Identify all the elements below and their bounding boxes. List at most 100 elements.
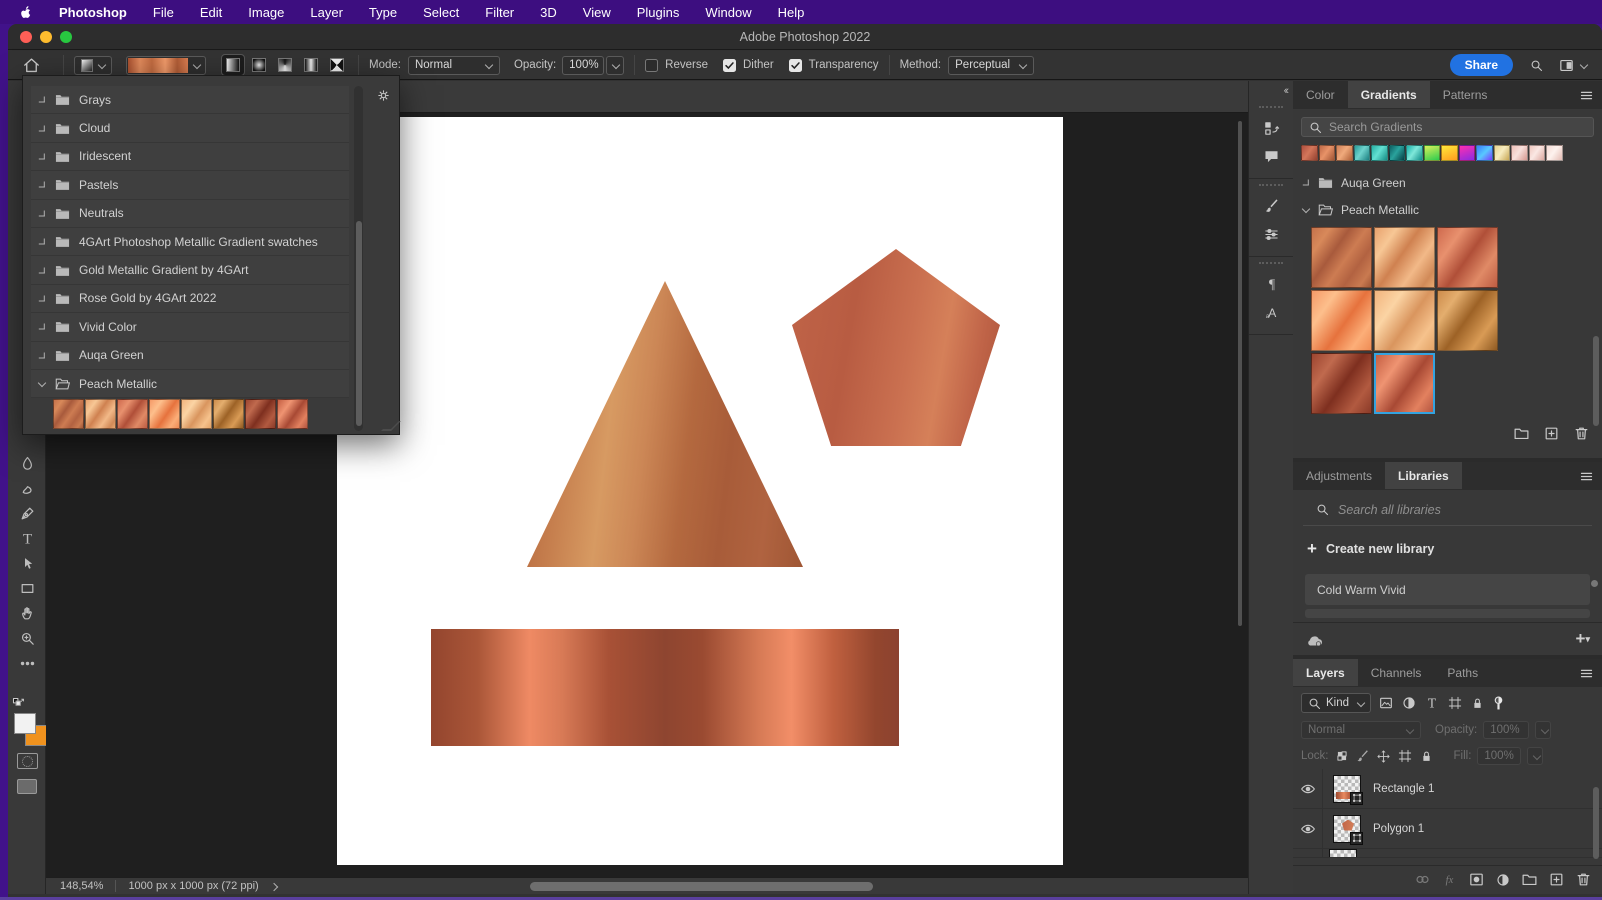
layer-filter-kind-dropdown[interactable]: Kind: [1301, 693, 1371, 713]
picker-gradient-swatch-1[interactable]: [53, 399, 84, 429]
lock-transparent-icon[interactable]: [1335, 749, 1349, 763]
peach-gradient-tile-3[interactable]: [1437, 227, 1498, 288]
pen-tool[interactable]: [8, 501, 46, 526]
fill-field[interactable]: 100%: [1477, 747, 1522, 765]
peach-gradient-tile-4[interactable]: [1311, 290, 1372, 351]
picker-gradient-swatch-4[interactable]: [149, 399, 180, 429]
mode-dropdown[interactable]: Normal: [407, 55, 500, 75]
picker-folder-4gart-photoshop-metallic-gradient-swatches[interactable]: 4GArt Photoshop Metallic Gradient swatch…: [31, 227, 349, 257]
libraries-tab-libraries[interactable]: Libraries: [1385, 462, 1462, 489]
blur-tool[interactable]: [8, 451, 46, 476]
dock-brush-settings-icon[interactable]: [1249, 192, 1294, 220]
gradient-swatch-12[interactable]: [1493, 145, 1510, 161]
picker-folder-rose-gold-by-4gart-2022[interactable]: Rose Gold by 4GArt 2022: [31, 284, 349, 314]
blend-mode-dropdown[interactable]: Normal: [1301, 721, 1421, 739]
rectangle-tool[interactable]: [8, 576, 46, 601]
lock-artboard-icon[interactable]: [1397, 748, 1413, 764]
linear-gradient-button[interactable]: [221, 54, 245, 76]
picker-gradient-swatch-5[interactable]: [181, 399, 212, 429]
filter-adjustment-layers-icon[interactable]: [1401, 695, 1417, 711]
picker-settings-icon[interactable]: [376, 88, 391, 103]
layer-row[interactable]: Polygon 1: [1293, 809, 1602, 849]
layers-scrollbar[interactable]: [1593, 787, 1599, 859]
document-info[interactable]: 1000 px x 1000 px (72 ppi): [128, 880, 258, 892]
picker-folder-grays[interactable]: Grays: [31, 86, 349, 115]
link-layers-button[interactable]: [1414, 871, 1431, 888]
smudge-tool[interactable]: [8, 476, 46, 501]
gradient-swatch-7[interactable]: [1406, 145, 1423, 161]
gradient-swatch-9[interactable]: [1441, 145, 1458, 161]
libraries-scrollbar[interactable]: [1591, 580, 1598, 587]
dither-checkbox[interactable]: [722, 58, 736, 72]
foreground-color-chip[interactable]: [14, 713, 36, 734]
layers-tab-channels[interactable]: Channels: [1358, 659, 1435, 686]
search-icon[interactable]: [1529, 58, 1544, 73]
type-tool[interactable]: T: [8, 526, 46, 551]
gradient-swatch-11[interactable]: [1476, 145, 1493, 161]
new-gradient-button[interactable]: [1543, 425, 1560, 442]
gradient-preview-picker[interactable]: [126, 55, 206, 75]
zoom-level[interactable]: 148,54%: [60, 880, 103, 892]
libraries-tab-adjustments[interactable]: Adjustments: [1293, 462, 1385, 489]
gradient-swatch-5[interactable]: [1371, 145, 1388, 161]
peach-gradient-tile-7[interactable]: [1311, 353, 1372, 414]
picker-gradient-swatch-6[interactable]: [213, 399, 244, 429]
filter-type-layers-icon[interactable]: T: [1424, 695, 1440, 711]
filter-toggle-icon[interactable]: [1492, 695, 1505, 712]
peach-gradient-tile-2[interactable]: [1374, 227, 1435, 288]
home-screen-button[interactable]: [22, 56, 41, 75]
gradient-swatch-3[interactable]: [1336, 145, 1353, 161]
workspace-switcher-icon[interactable]: [1558, 57, 1575, 74]
artboard[interactable]: [337, 117, 1063, 865]
lock-pixels-icon[interactable]: [1355, 749, 1370, 764]
gradients-scrollbar[interactable]: [1593, 336, 1599, 426]
gradient-swatch-4[interactable]: [1353, 145, 1370, 161]
workspace-chevron-icon[interactable]: [1581, 62, 1588, 69]
opacity-field[interactable]: 100%: [562, 55, 605, 75]
close-window-button[interactable]: [20, 31, 32, 43]
canvas-horizontal-scrollbar[interactable]: [530, 881, 873, 891]
library-item-partial[interactable]: [1305, 609, 1590, 618]
peach-gradient-tile-5[interactable]: [1374, 290, 1435, 351]
picker-folder-iridescent[interactable]: Iridescent: [31, 142, 349, 172]
layers-tab-paths[interactable]: Paths: [1434, 659, 1491, 686]
picker-gradient-swatch-7[interactable]: [245, 399, 276, 429]
gradient-swatch-1[interactable]: [1301, 145, 1318, 161]
gradient-swatch-8[interactable]: [1423, 145, 1440, 161]
menu-item-edit[interactable]: Edit: [200, 5, 222, 20]
path-select-tool[interactable]: [8, 551, 46, 576]
zoom-window-button[interactable]: [60, 31, 72, 43]
peach-gradient-tile-8[interactable]: [1374, 353, 1435, 414]
transparency-checkbox[interactable]: [788, 58, 802, 72]
menu-item-plugins[interactable]: Plugins: [637, 5, 680, 20]
create-new-library-button[interactable]: + Create new library: [1293, 526, 1602, 572]
gradient-swatch-10[interactable]: [1458, 145, 1475, 161]
method-dropdown[interactable]: Perceptual: [948, 55, 1035, 75]
share-button[interactable]: Share: [1449, 54, 1513, 76]
menu-item-help[interactable]: Help: [778, 5, 805, 20]
apple-menu-icon[interactable]: [18, 4, 33, 20]
picker-gradient-swatch-8[interactable]: [277, 399, 308, 429]
new-adjustment-layer-button[interactable]: [1495, 872, 1511, 888]
triangle-shape[interactable]: [527, 281, 803, 567]
picker-folder-peach-metallic[interactable]: Peach Metallic: [31, 369, 349, 399]
gradient-folder-auqa-green[interactable]: Auqa Green: [1293, 169, 1602, 196]
rectangle-shape[interactable]: [431, 629, 899, 746]
lock-position-icon[interactable]: [1376, 749, 1391, 764]
layers-opacity-field[interactable]: 100%: [1483, 721, 1530, 739]
panel-menu-icon[interactable]: [1579, 666, 1594, 681]
menu-item-3d[interactable]: 3D: [540, 5, 557, 20]
gradients-search-input[interactable]: Search Gradients: [1301, 117, 1594, 137]
gradient-swatch-13[interactable]: [1511, 145, 1528, 161]
more-tools[interactable]: [8, 651, 46, 676]
zoom-tool[interactable]: [8, 626, 46, 651]
gradients-tab-patterns[interactable]: Patterns: [1430, 81, 1501, 108]
dock-paragraph-icon[interactable]: ¶: [1249, 270, 1294, 298]
cloud-sync-icon[interactable]: [1305, 632, 1324, 647]
add-content-button[interactable]: +▾: [1576, 629, 1590, 649]
layer-visibility-toggle[interactable]: [1293, 769, 1323, 808]
peach-gradient-tile-1[interactable]: [1311, 227, 1372, 288]
gradient-swatch-14[interactable]: [1528, 145, 1545, 161]
tool-preset-picker[interactable]: [74, 55, 112, 75]
collapse-panels-icon[interactable]: ‹‹: [1284, 85, 1290, 97]
